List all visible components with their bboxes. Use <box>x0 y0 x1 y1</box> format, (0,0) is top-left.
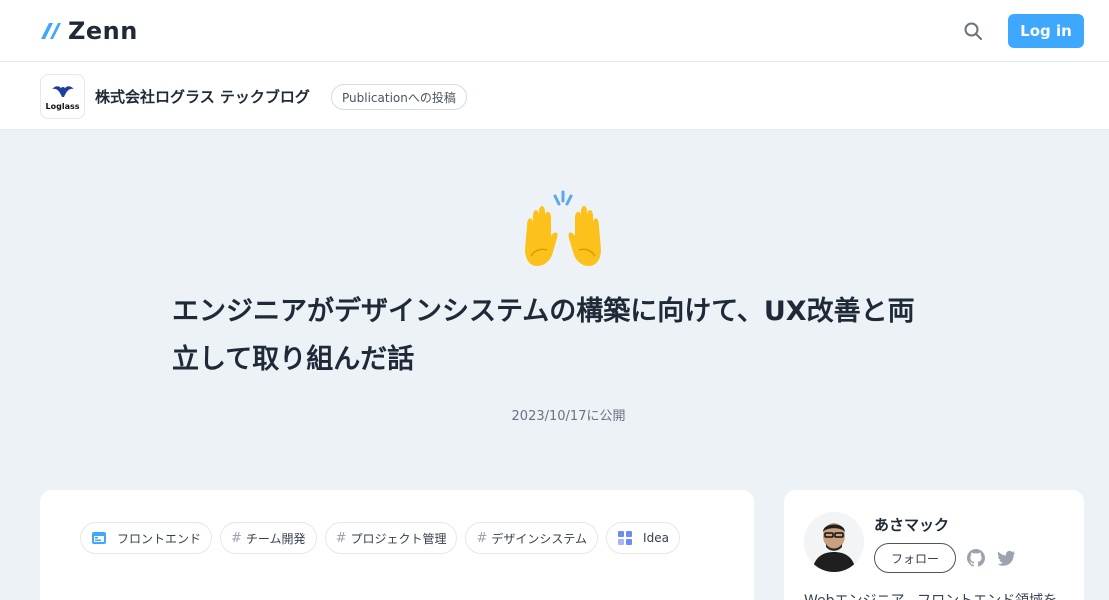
article-title: エンジニアがデザインシステムの構築に向けて、UX改善と両 立して取り組んだ話 <box>172 288 972 384</box>
tag-label: プロジェクト管理 <box>350 531 447 546</box>
zenn-logo[interactable]: Zenn <box>40 17 138 45</box>
article-title-line-2: 立して取り組んだ話 <box>172 344 415 375</box>
tag-label: Idea <box>643 531 669 545</box>
site-header: Zenn Log in <box>0 0 1109 62</box>
hash-icon: # <box>335 530 347 546</box>
tag-label: デザインシステム <box>491 531 588 546</box>
author-avatar[interactable] <box>804 512 864 572</box>
article-card: フロントエンド # チーム開発 # プロジェクト管理 # デザインシステム Id… <box>40 490 754 600</box>
tag-frontend[interactable]: フロントエンド <box>80 522 213 554</box>
tag-label: フロントエンド <box>117 531 202 546</box>
author-name[interactable]: あさマック <box>874 514 949 535</box>
author-card: あさマック フォロー Webエンジニア。フロントエンド領域を <box>784 490 1084 600</box>
twitter-icon[interactable] <box>996 548 1016 568</box>
frontend-topic-icon <box>91 530 107 546</box>
github-icon[interactable] <box>966 548 986 568</box>
tag-team-dev[interactable]: # チーム開発 <box>220 522 317 554</box>
loglass-bird-icon <box>51 85 74 97</box>
publication-logo-text: Loglass <box>45 101 80 111</box>
follow-button[interactable]: フォロー <box>874 543 956 573</box>
article-title-line-1: エンジニアがデザインシステムの構築に向けて、UX改善と両 <box>172 296 915 327</box>
search-icon <box>964 22 982 40</box>
topic-tags: フロントエンド # チーム開発 # プロジェクト管理 # デザインシステム Id… <box>80 522 680 554</box>
published-date: 2023/10/17に公開 <box>511 409 626 424</box>
tag-design-system[interactable]: # デザインシステム <box>465 522 599 554</box>
hash-icon: # <box>476 530 488 546</box>
publication-name[interactable]: 株式会社ログラス テックブログ <box>95 86 310 107</box>
hash-icon: # <box>231 530 242 546</box>
publication-badge: Publicationへの投稿 <box>331 84 467 110</box>
author-bio: Webエンジニア。フロントエンド領域を <box>804 590 1057 600</box>
publication-bar: Loglass 株式会社ログラス テックブログ Publicationへの投稿 <box>0 62 1109 130</box>
zenn-logo-text: Zenn <box>68 17 138 45</box>
zenn-logo-mark-icon <box>41 23 61 39</box>
search-button[interactable] <box>960 18 986 44</box>
login-button[interactable]: Log in <box>1008 14 1084 48</box>
tag-label: チーム開発 <box>245 531 306 546</box>
publication-logo[interactable]: Loglass <box>40 74 85 119</box>
tag-idea[interactable]: Idea <box>606 522 680 554</box>
tag-project-management[interactable]: # プロジェクト管理 <box>324 522 458 554</box>
raising-hands-emoji-icon <box>519 186 607 274</box>
idea-topic-icon <box>617 530 633 546</box>
